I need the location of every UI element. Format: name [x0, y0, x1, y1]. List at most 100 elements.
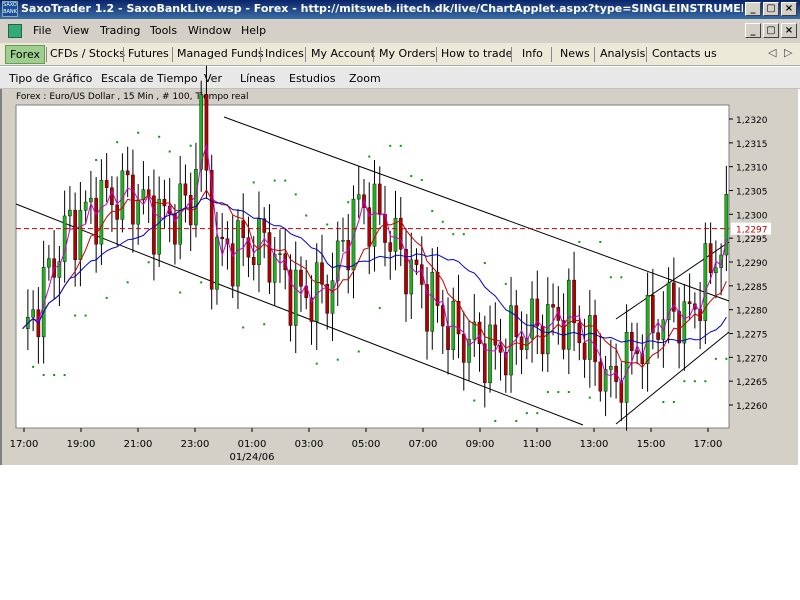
sar-dot	[158, 135, 161, 138]
y-tick-label: 1,2315	[736, 140, 768, 150]
sar-dot	[389, 144, 392, 147]
candle-body	[488, 324, 492, 384]
candle-body	[677, 311, 681, 344]
candle-body	[651, 295, 655, 333]
sar-dot	[494, 419, 497, 422]
candle-body	[567, 279, 571, 350]
sar-dot	[305, 214, 308, 217]
candle-body	[78, 210, 83, 260]
candle-body	[73, 209, 77, 260]
sar-dot	[284, 179, 287, 182]
sar-dot	[95, 158, 98, 161]
candle-body	[593, 315, 597, 363]
sar-dot	[263, 323, 266, 326]
candle-body	[152, 195, 156, 255]
candle-body	[682, 301, 687, 344]
sar-dot	[525, 412, 528, 415]
y-tick-label: 1,2305	[736, 188, 768, 198]
sar-dot	[294, 193, 297, 196]
candle-body	[215, 236, 219, 290]
candle-body	[120, 170, 125, 220]
candle-body	[635, 350, 639, 354]
x-tick-label: 19:00	[67, 439, 96, 450]
candle-body	[157, 198, 161, 255]
candle-body	[493, 324, 498, 346]
y-tick-label: 1,2265	[736, 378, 768, 388]
candle-body	[104, 180, 109, 188]
candle-body	[131, 174, 135, 225]
sar-dot	[105, 296, 108, 299]
sar-dot	[504, 282, 507, 285]
y-tick-label: 1,2295	[736, 235, 768, 245]
sar-dot	[546, 391, 549, 394]
x-tick-label: 01:00	[238, 439, 267, 450]
sar-dot	[200, 281, 203, 284]
candle-body	[446, 325, 450, 350]
sar-dot	[53, 374, 56, 377]
price-chart[interactable]: 1,2297 1,22601,22651,22701,22751,22801,2…	[0, 0, 800, 600]
candle-body	[68, 209, 72, 217]
y-tick-label: 1,2280	[736, 307, 768, 317]
candle-body	[283, 253, 288, 271]
sar-dot	[357, 350, 360, 353]
candle-body	[31, 309, 35, 318]
candle-body	[609, 365, 613, 370]
candle-body	[251, 257, 256, 265]
sar-dot	[42, 374, 45, 377]
candle-body	[230, 243, 235, 287]
candle-body	[414, 259, 419, 265]
sar-dot	[557, 391, 560, 394]
y-tick-label: 1,2270	[736, 354, 768, 364]
sar-dot	[672, 400, 675, 403]
candle-body	[89, 197, 93, 203]
sar-dot	[84, 314, 87, 317]
y-tick-label: 1,2285	[736, 283, 768, 293]
candle-body	[236, 220, 240, 287]
candle-body	[346, 240, 351, 271]
sar-dot	[168, 150, 171, 153]
sar-dot	[336, 358, 339, 361]
y-tick-label: 1,2300	[736, 211, 768, 221]
sar-dot	[242, 326, 245, 329]
candle-body	[99, 180, 104, 245]
candle-body	[257, 218, 261, 265]
candle-body	[356, 194, 361, 200]
y-tick-label: 1,2320	[736, 116, 768, 126]
sar-dot	[137, 131, 140, 134]
candle-body	[687, 301, 692, 305]
sar-dot	[473, 399, 476, 402]
sar-dot	[609, 276, 612, 279]
sar-dot	[273, 179, 276, 182]
candle-body	[125, 170, 130, 176]
sar-dot	[693, 380, 696, 383]
sar-dot	[483, 262, 486, 265]
x-axis: 17:00 19:00 21:00 23:00 01:00 03:00 05:00 07:00…	[10, 428, 722, 463]
y-tick-label: 1,2275	[736, 331, 768, 341]
plot-area	[15, 104, 730, 429]
candle-body	[619, 381, 624, 403]
sar-dot	[704, 380, 707, 383]
sar-dot	[536, 412, 539, 415]
sar-dot	[662, 400, 665, 403]
x-tick-label: 23:00	[181, 439, 210, 450]
candle-body	[320, 262, 324, 285]
candle-body	[645, 295, 650, 365]
x-tick-label: 11:00	[523, 439, 552, 450]
x-tick-label: 05:00	[352, 439, 381, 450]
candle-body	[551, 304, 555, 308]
candle-body	[708, 243, 713, 274]
y-tick-label: 1,2290	[736, 259, 768, 269]
candle-body	[47, 258, 51, 268]
sar-dot	[378, 307, 381, 310]
sar-dot	[567, 391, 570, 394]
candle-body	[540, 325, 545, 355]
candle-body	[330, 280, 335, 314]
sar-dot	[63, 374, 66, 377]
sar-dot	[714, 357, 717, 360]
candle-body	[183, 183, 188, 196]
candle-body	[162, 198, 167, 207]
candle-body	[498, 345, 503, 353]
sar-dot	[74, 314, 77, 317]
candle-body	[267, 232, 272, 283]
sar-dot	[452, 233, 455, 236]
